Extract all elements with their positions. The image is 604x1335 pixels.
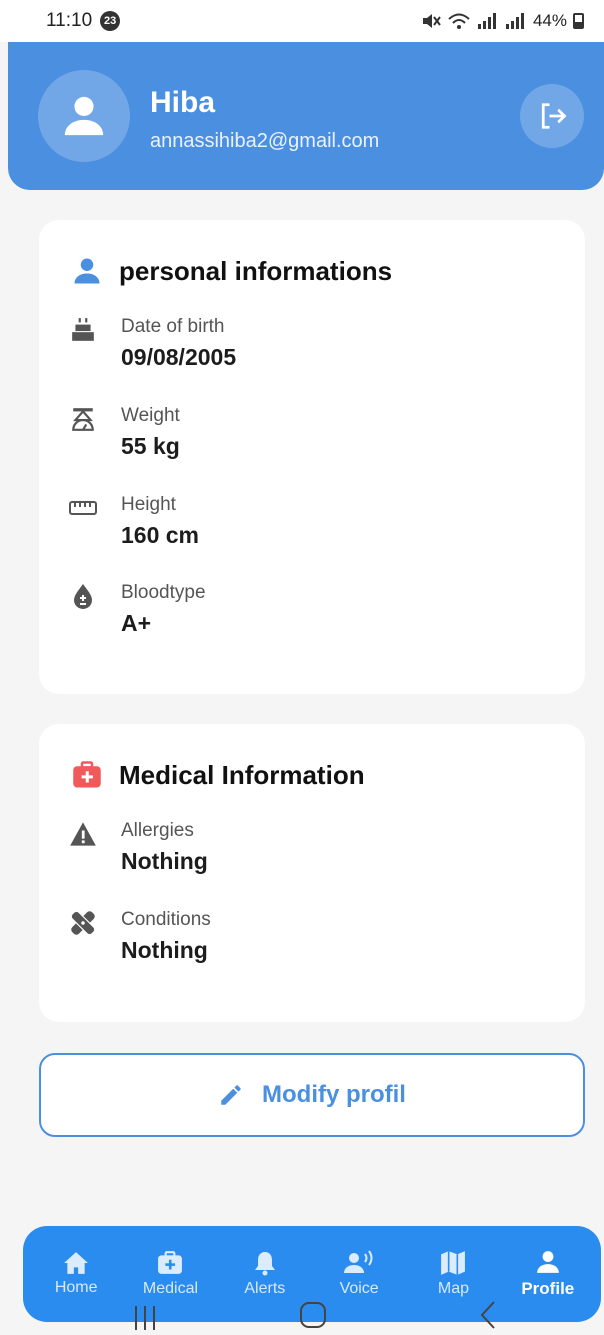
logout-button[interactable] [520, 84, 584, 148]
field-label: Height [121, 494, 176, 515]
person-icon [64, 96, 104, 136]
field-weight: Weight 55 kg [39, 405, 585, 475]
field-value: 160 cm [121, 522, 200, 548]
map-icon [441, 1251, 466, 1275]
status-time: 11:10 [46, 10, 93, 31]
user-email: annassihiba2@gmail.com [150, 130, 380, 152]
system-navigation [0, 1300, 604, 1335]
user-name: Hiba [150, 86, 216, 119]
notification-badge: 23 [100, 11, 121, 31]
nav-label: Profile [521, 1279, 575, 1298]
battery-percent: 44% [532, 11, 567, 30]
home-icon [64, 1252, 89, 1274]
voice-icon [344, 1250, 373, 1273]
status-bar: 11:10 23 44% [0, 0, 604, 42]
bandage-icon [69, 909, 97, 937]
field-label: Conditions [121, 909, 211, 930]
recent-apps-icon[interactable] [132, 1304, 158, 1332]
personal-info-title: personal informations [119, 256, 393, 286]
scale-icon [69, 405, 97, 433]
medical-kit-icon [73, 761, 101, 788]
field-height: Height 160 cm [39, 494, 585, 564]
field-label: Allergies [121, 820, 194, 841]
field-value: 55 kg [121, 433, 180, 459]
signal-icon [477, 13, 496, 29]
modify-profile-button[interactable]: Modify profil [39, 1053, 585, 1137]
blood-drop-icon [69, 582, 97, 610]
field-allergies: Allergies Nothing [39, 820, 585, 890]
field-value: 09/08/2005 [121, 344, 237, 370]
nav-label: Alerts [244, 1280, 286, 1297]
mute-icon [422, 14, 441, 28]
field-label: Bloodtype [121, 582, 206, 603]
modify-profile-label: Modify profil [262, 1081, 406, 1108]
field-bloodtype: Bloodtype A+ [39, 582, 585, 652]
medical-kit-icon [158, 1251, 183, 1274]
medical-info-card: Medical Information Allergies Nothing Co… [39, 724, 585, 1022]
battery-icon [573, 13, 584, 29]
ruler-icon [69, 494, 97, 522]
status-right: 44% [421, 11, 584, 31]
nav-label: Home [54, 1279, 98, 1296]
logout-icon [541, 103, 567, 129]
nav-label: Medical [142, 1280, 199, 1297]
field-date-of-birth: Date of birth 09/08/2005 [39, 316, 585, 386]
signal-2-icon [505, 13, 524, 29]
person-icon [536, 1251, 559, 1273]
field-label: Weight [121, 405, 180, 426]
back-icon[interactable] [478, 1300, 498, 1330]
field-label: Date of birth [121, 316, 225, 337]
nav-label: Voice [339, 1280, 379, 1297]
cake-icon [69, 316, 97, 344]
nav-label: Map [437, 1280, 470, 1297]
status-left: 11:10 23 [46, 10, 121, 32]
person-icon [74, 258, 100, 284]
field-value: Nothing [121, 937, 208, 963]
warning-icon [69, 820, 97, 848]
profile-header: Hiba annassihiba2@gmail.com [8, 42, 604, 190]
field-conditions: Conditions Nothing [39, 909, 585, 979]
system-home-button[interactable] [300, 1302, 326, 1328]
pencil-icon [221, 1085, 241, 1105]
personal-info-card: personal informations Date of birth 09/0… [39, 220, 585, 694]
bell-icon [254, 1252, 275, 1276]
field-value: A+ [121, 610, 152, 636]
avatar [38, 70, 130, 162]
wifi-icon [448, 13, 470, 29]
field-value: Nothing [121, 848, 208, 874]
medical-info-title: Medical Information [119, 760, 365, 790]
